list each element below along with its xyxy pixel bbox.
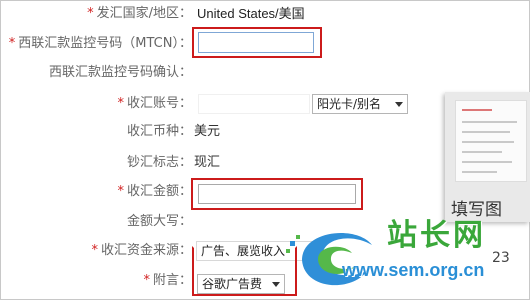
watermark-title: 站长网 <box>387 218 486 253</box>
amount-input[interactable] <box>198 184 356 204</box>
account-number-field[interactable] <box>198 94 310 114</box>
preview-line <box>462 121 517 123</box>
required-star: * <box>143 273 150 288</box>
row-country: * 发汇国家/地区： United States/美国 <box>0 2 530 26</box>
watermark: 站长网 www.sem.org.cn 23 <box>282 210 530 300</box>
label-amount: * 收汇金额： <box>117 184 192 199</box>
required-star: * <box>87 6 94 21</box>
label-remark: * 附言： <box>143 273 192 288</box>
label-mtcn: * 西联汇款监控号码（MTCN）： <box>8 36 192 51</box>
required-star: * <box>117 96 124 111</box>
required-star: * <box>8 36 16 51</box>
label-account: * 收汇账号： <box>117 96 192 111</box>
form-preview-image: 填写图 <box>445 92 530 222</box>
chevron-down-icon <box>395 102 403 107</box>
watermark-number: 23 <box>492 250 510 266</box>
remark-value: 谷歌广告费 <box>202 277 263 291</box>
label-amount-words: 金额大写： <box>126 214 192 229</box>
required-star: * <box>91 243 98 258</box>
watermark-logo-icon <box>286 233 372 286</box>
remark-select[interactable]: 谷歌广告费 <box>197 274 285 294</box>
row-mtcn-confirm: 西联汇款监控号码确认： <box>0 61 530 85</box>
label-currency: 收汇币种： <box>126 124 192 139</box>
preview-line <box>462 171 497 173</box>
preview-line <box>462 141 514 143</box>
watermark-url: www.sem.org.cn <box>342 260 485 280</box>
label-country: * 发汇国家/地区： <box>87 6 192 21</box>
label-mtcn-confirm: 西联汇款监控号码确认： <box>48 65 192 80</box>
preview-line <box>462 161 512 163</box>
label-cash-flag: 钞汇标志： <box>126 155 192 170</box>
country-value: United States/美国 <box>197 6 305 21</box>
preview-line <box>462 151 502 153</box>
currency-value: 美元 <box>194 124 221 139</box>
label-fund-source: * 收汇资金来源： <box>91 243 192 258</box>
account-type-select[interactable]: 阳光卡/别名 <box>312 94 408 114</box>
preview-line <box>462 109 492 111</box>
cash-flag-value: 现汇 <box>194 155 221 170</box>
account-type-value: 阳光卡/别名 <box>317 97 382 111</box>
mtcn-input[interactable] <box>198 32 314 53</box>
preview-line <box>462 131 510 133</box>
preview-page <box>455 100 527 182</box>
chevron-down-icon <box>272 282 280 287</box>
required-star: * <box>117 184 124 199</box>
